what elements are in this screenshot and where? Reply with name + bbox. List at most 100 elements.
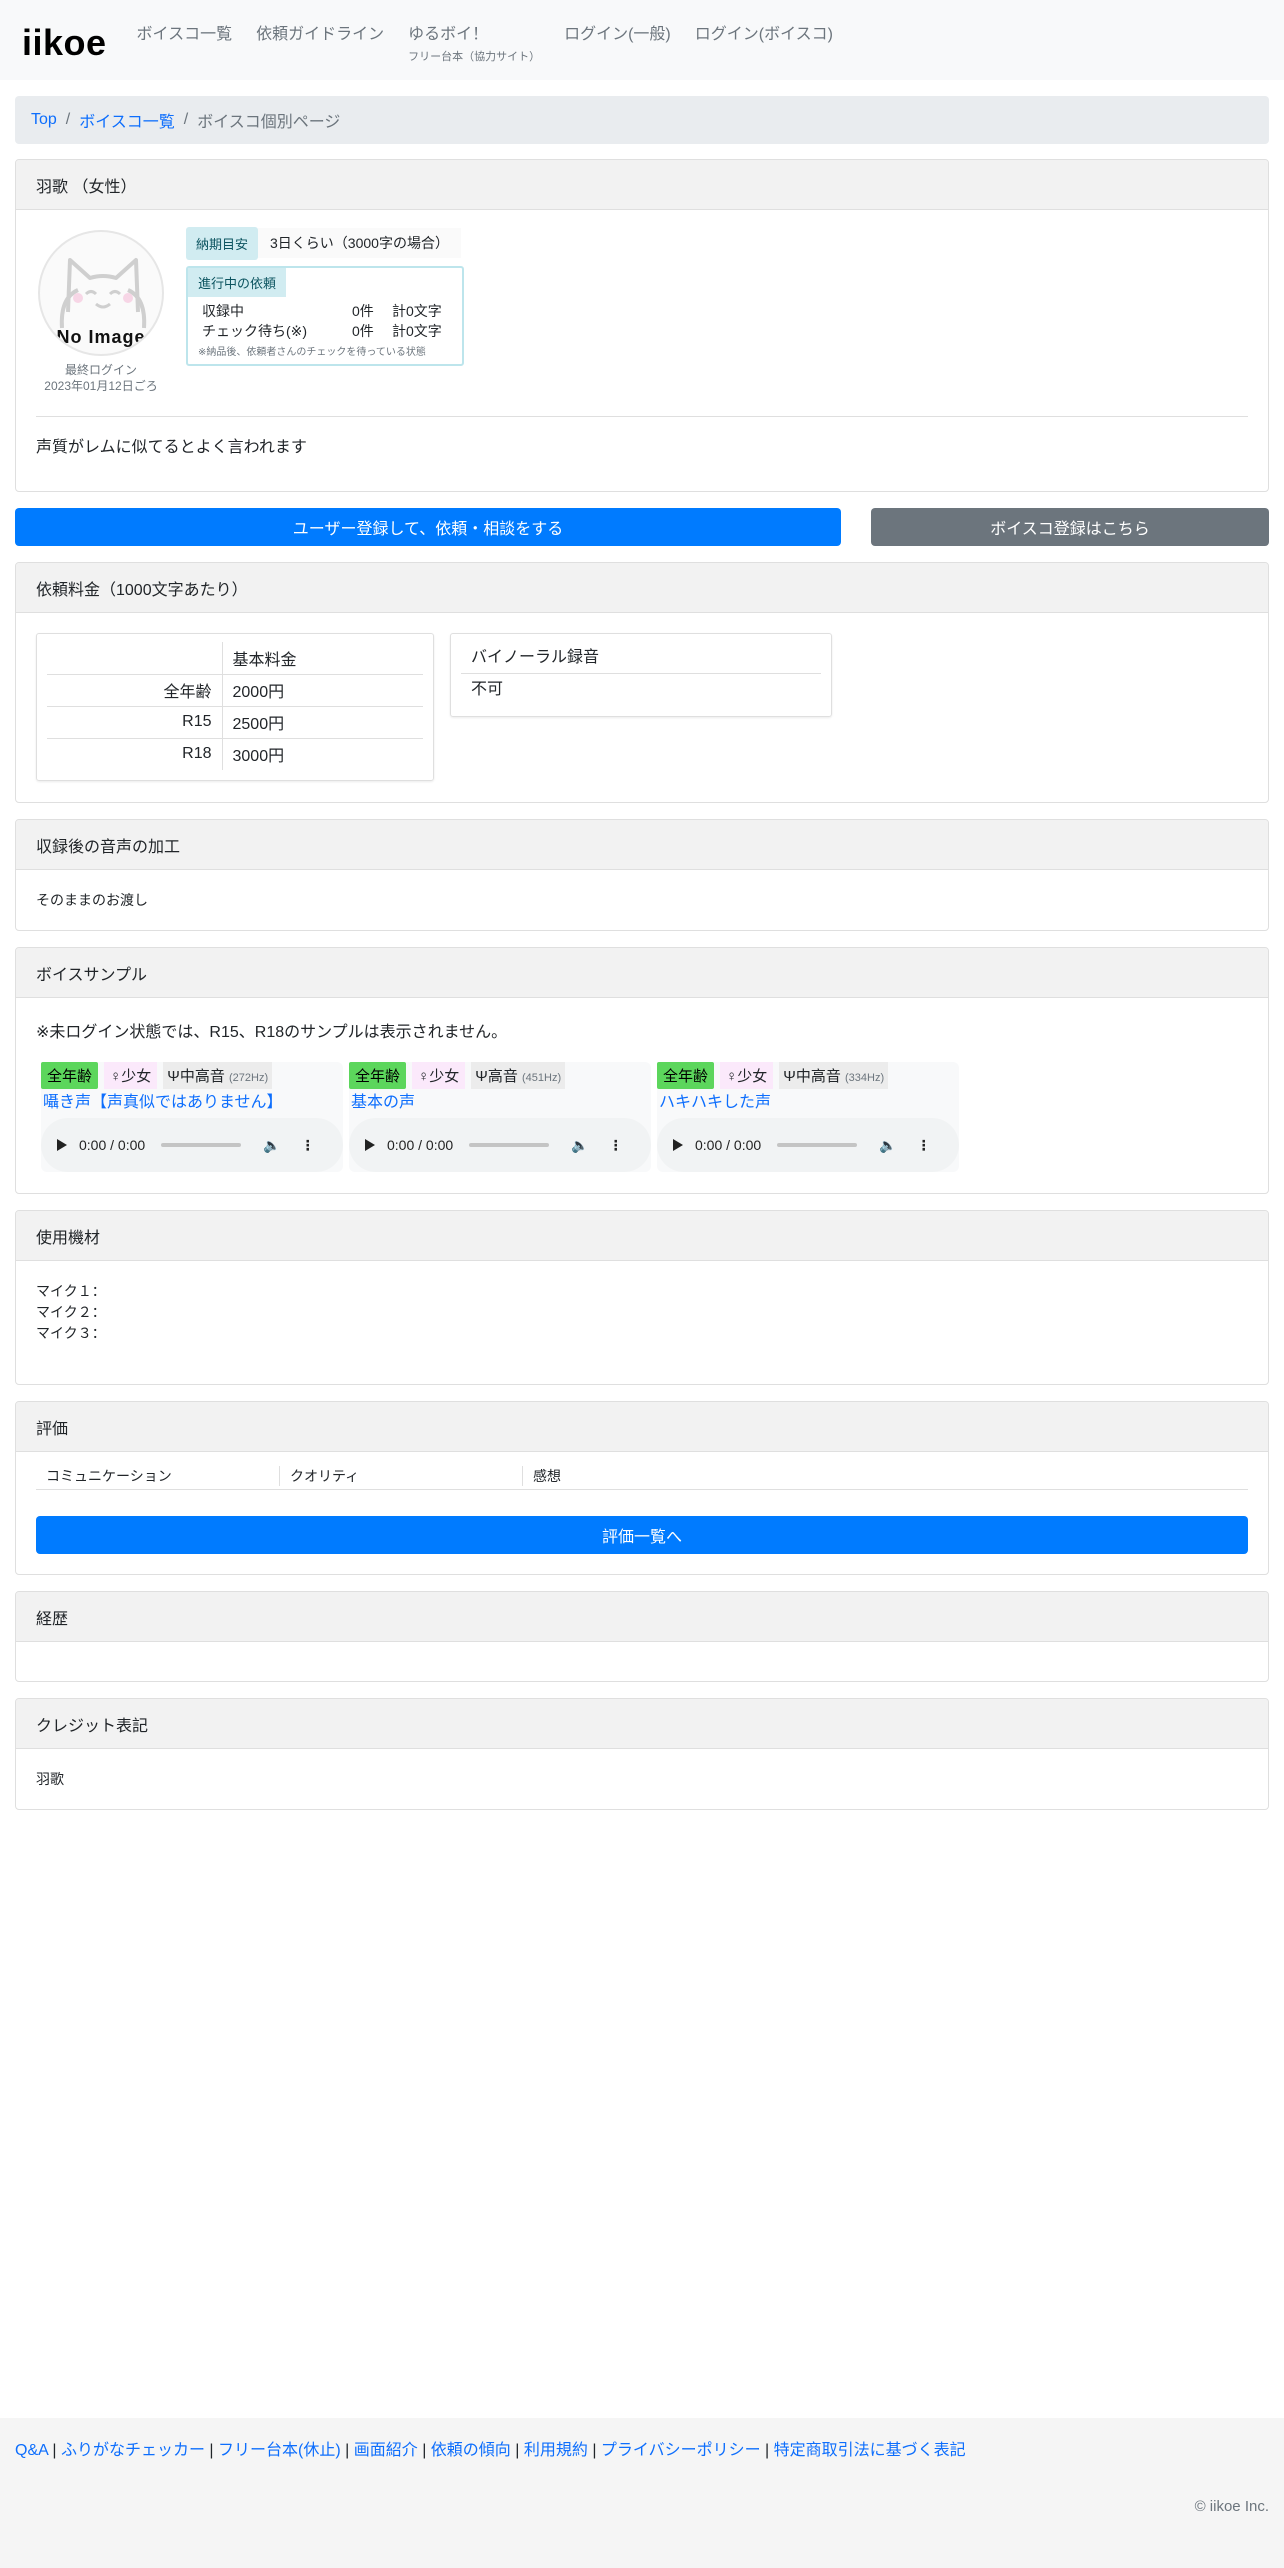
progress-row-count: 0件 (352, 303, 374, 319)
last-login: 最終ログイン 2023年01月12日ごろ (36, 362, 166, 394)
audio-time: 0:00 / 0:00 (387, 1137, 454, 1153)
audio-player[interactable]: 0:00 / 0:00 🔈 ⋮ (657, 1118, 959, 1172)
footer-links: Q&A | ふりがなチェッカー | フリー台本(休止) | 画面紹介 | 依頼の… (15, 2442, 966, 2459)
breadcrumb-sep: / (65, 111, 71, 128)
footer-link-furigana[interactable]: ふりがなチェッカー (61, 2442, 205, 2459)
pitch-hz: (334Hz) (845, 1071, 885, 1084)
footer-link-trends[interactable]: 依頼の傾向 (431, 2442, 511, 2459)
sample-title-link[interactable]: 囁き声【声真似ではありません】 (43, 1094, 283, 1111)
pitch-hz: (272Hz) (229, 1071, 269, 1084)
table-cell (47, 642, 223, 675)
volume-icon[interactable]: 🔈 (263, 1137, 280, 1154)
mic-2: マイク２： (36, 1304, 106, 1320)
equipment-card: 使用機材 マイク１： マイク２： マイク３： (15, 1210, 1269, 1385)
navbar: iikoe ボイスコ一覧 依頼ガイドライン ゆるボイ！ フリー台本（協力サイト）… (0, 0, 1284, 80)
profile-bio: 声質がレムに似てるとよく言われます (36, 439, 307, 456)
price-header: 依頼料金（1000文字あたり） (16, 563, 1268, 613)
price-table: 基本料金 全年齢 2000円 R15 2500円 R18 3000円 (36, 633, 434, 781)
register-voice-actor-button[interactable]: ボイスコ登録はこちら (871, 508, 1269, 546)
credit-value: 羽歌 (36, 1771, 64, 1787)
nav-login-voice[interactable]: ログイン(ボイスコ) (695, 26, 833, 66)
footer-link-privacy[interactable]: プライバシーポリシー (601, 2442, 761, 2459)
nav-yuruvoi-sub: フリー台本（協力サイト） (408, 51, 541, 63)
delivery-label: 納期目安 (186, 226, 259, 260)
binaural-header: バイノーラル録音 (461, 642, 821, 674)
table-row: R18 3000円 (47, 738, 423, 770)
nav-links: ボイスコ一覧 依頼ガイドライン ゆるボイ！ フリー台本（協力サイト） ログイン(… (137, 26, 857, 66)
pitch-badge: Ψ高音 (451Hz) (471, 1061, 566, 1089)
sample-title-link[interactable]: 基本の声 (351, 1094, 415, 1111)
price-row-value: 2000円 (222, 674, 423, 707)
voice-type-badge: ♀少女 (720, 1061, 774, 1089)
equipment-header: 使用機材 (16, 1211, 1268, 1261)
more-options-icon[interactable]: ⋮ (917, 1137, 931, 1154)
audio-player[interactable]: 0:00 / 0:00 🔈 ⋮ (41, 1118, 343, 1172)
sample-notice: ※未ログイン状態では、R15、R18のサンプルは表示されません。 (36, 1024, 508, 1041)
audio-progress-slider[interactable] (469, 1143, 550, 1147)
pitch-hz: (451Hz) (522, 1071, 562, 1084)
play-icon[interactable] (365, 1139, 375, 1151)
career-header: 経歴 (16, 1592, 1268, 1642)
breadcrumb-sep: / (183, 111, 189, 128)
breadcrumb-top[interactable]: Top (31, 111, 57, 129)
rating-col-impression: 感想 (522, 1466, 1248, 1486)
nav-yuruvoi[interactable]: ゆるボイ！ フリー台本（協力サイト） (408, 26, 540, 66)
voice-sample-card: ボイスサンプル ※未ログイン状態では、R15、R18のサンプルは表示されません。… (15, 947, 1269, 1194)
audio-progress-slider[interactable] (777, 1143, 858, 1147)
credit-card: クレジット表記 羽歌 (15, 1698, 1269, 1810)
footer-link-qa[interactable]: Q&A (15, 2442, 48, 2459)
register-user-button[interactable]: ユーザー登録して、依頼・相談をする (15, 508, 841, 546)
sample-title-link[interactable]: ハキハキした声 (659, 1094, 771, 1111)
footer-link-commerce-law[interactable]: 特定商取引法に基づく表記 (774, 2442, 966, 2459)
pitch-badge: Ψ中高音 (334Hz) (779, 1061, 889, 1089)
nav-voice-list[interactable]: ボイスコ一覧 (137, 26, 233, 66)
progress-row-count: 0件 (352, 323, 374, 339)
credit-header: クレジット表記 (16, 1699, 1268, 1749)
footer-link-screens[interactable]: 画面紹介 (354, 2442, 418, 2459)
breadcrumb-voice-list[interactable]: ボイスコ一覧 (79, 108, 175, 132)
rating-list-button[interactable]: 評価一覧へ (36, 1516, 1248, 1554)
volume-icon[interactable]: 🔈 (879, 1137, 896, 1154)
pitch-badge: Ψ中高音 (272Hz) (163, 1061, 273, 1089)
nav-yuruvoi-label: ゆるボイ！ (408, 26, 489, 43)
progress-row: 収録中 0件 計0文字 (188, 301, 462, 321)
play-icon[interactable] (57, 1139, 67, 1151)
price-row-value: 3000円 (232, 748, 285, 766)
volume-icon[interactable]: 🔈 (571, 1137, 588, 1154)
pitch-label: 中高音 (795, 1067, 841, 1085)
more-options-icon[interactable]: ⋮ (609, 1137, 623, 1154)
price-row-label: R15 (47, 706, 223, 739)
play-icon[interactable] (673, 1139, 683, 1151)
audio-player[interactable]: 0:00 / 0:00 🔈 ⋮ (349, 1118, 651, 1172)
avatar: No Image (38, 230, 164, 356)
processing-value: そのままのお渡し (36, 892, 148, 908)
progress-note: ※納品後、依頼者さんのチェックを待っている状態 (198, 347, 426, 358)
more-options-icon[interactable]: ⋮ (301, 1137, 315, 1154)
nav-login-general[interactable]: ログイン(一般) (564, 26, 671, 66)
rating-col-quality: クオリティ (279, 1466, 522, 1486)
progress-row: チェック待ち(※) 0件 計0文字 (188, 321, 462, 341)
footer-link-free-script[interactable]: フリー台本(休止) (218, 2442, 341, 2459)
price-row-label: R18 (47, 738, 223, 770)
no-image-text: No Image (56, 327, 146, 347)
price-card: 依頼料金（1000文字あたり） 基本料金 全年齢 2000円 R15 2500円 (15, 562, 1269, 803)
last-login-label: 最終ログイン (64, 363, 137, 377)
rating-col-communication: コミュニケーション (46, 1468, 172, 1484)
delivery-estimate: 納期目安 3日くらい（3000字の場合） (186, 226, 464, 260)
voice-type-badge: ♀少女 (104, 1061, 158, 1089)
audio-time: 0:00 / 0:00 (695, 1137, 762, 1153)
progress-label: 進行中の依頼 (188, 268, 287, 297)
footer-link-terms[interactable]: 利用規約 (524, 2442, 588, 2459)
binaural-box: バイノーラル録音 不可 (450, 633, 832, 717)
voice-type-badge: ♀少女 (412, 1061, 466, 1089)
audio-progress-slider[interactable] (161, 1143, 242, 1147)
brand-logo[interactable]: iikoe (22, 22, 107, 64)
mic-3: マイク３： (36, 1325, 106, 1341)
rating-table-header: コミュニケーション クオリティ 感想 (36, 1462, 1248, 1490)
price-col-header: 基本料金 (222, 642, 423, 675)
pitch-label: 中高音 (179, 1067, 225, 1085)
divider (36, 416, 1248, 417)
audio-time: 0:00 / 0:00 (79, 1137, 146, 1153)
profile-name: 羽歌 （女性） (16, 160, 1268, 210)
nav-guideline[interactable]: 依頼ガイドライン (256, 26, 384, 66)
